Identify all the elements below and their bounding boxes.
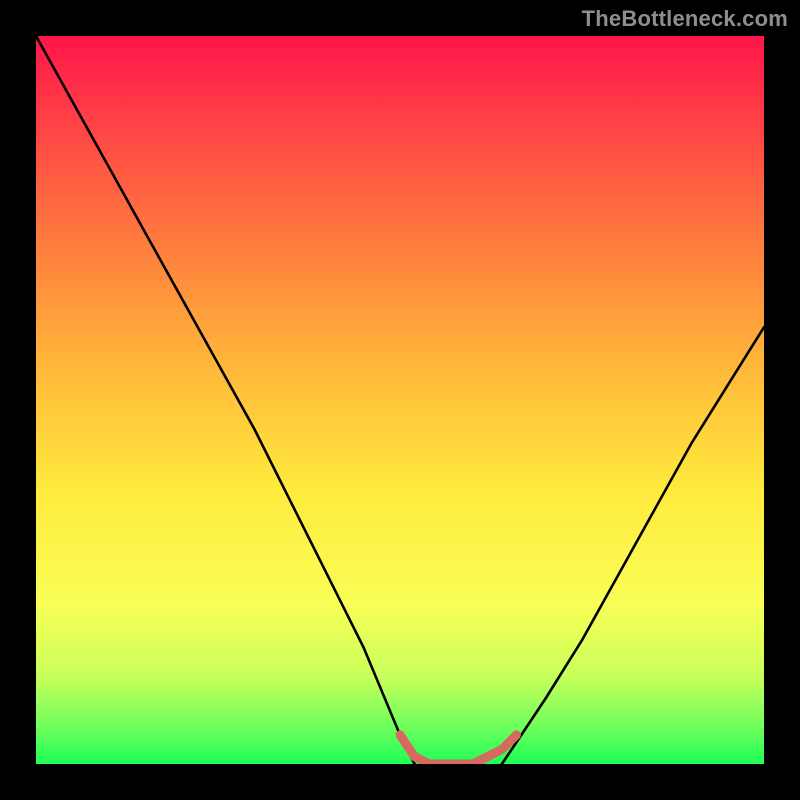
curve-layer bbox=[36, 36, 764, 764]
valley-highlight-line bbox=[400, 735, 517, 764]
plot-area bbox=[36, 36, 764, 764]
watermark-text: TheBottleneck.com bbox=[582, 6, 788, 32]
left-branch-line bbox=[36, 36, 415, 764]
chart-frame: TheBottleneck.com bbox=[0, 0, 800, 800]
right-branch-line bbox=[502, 327, 764, 764]
